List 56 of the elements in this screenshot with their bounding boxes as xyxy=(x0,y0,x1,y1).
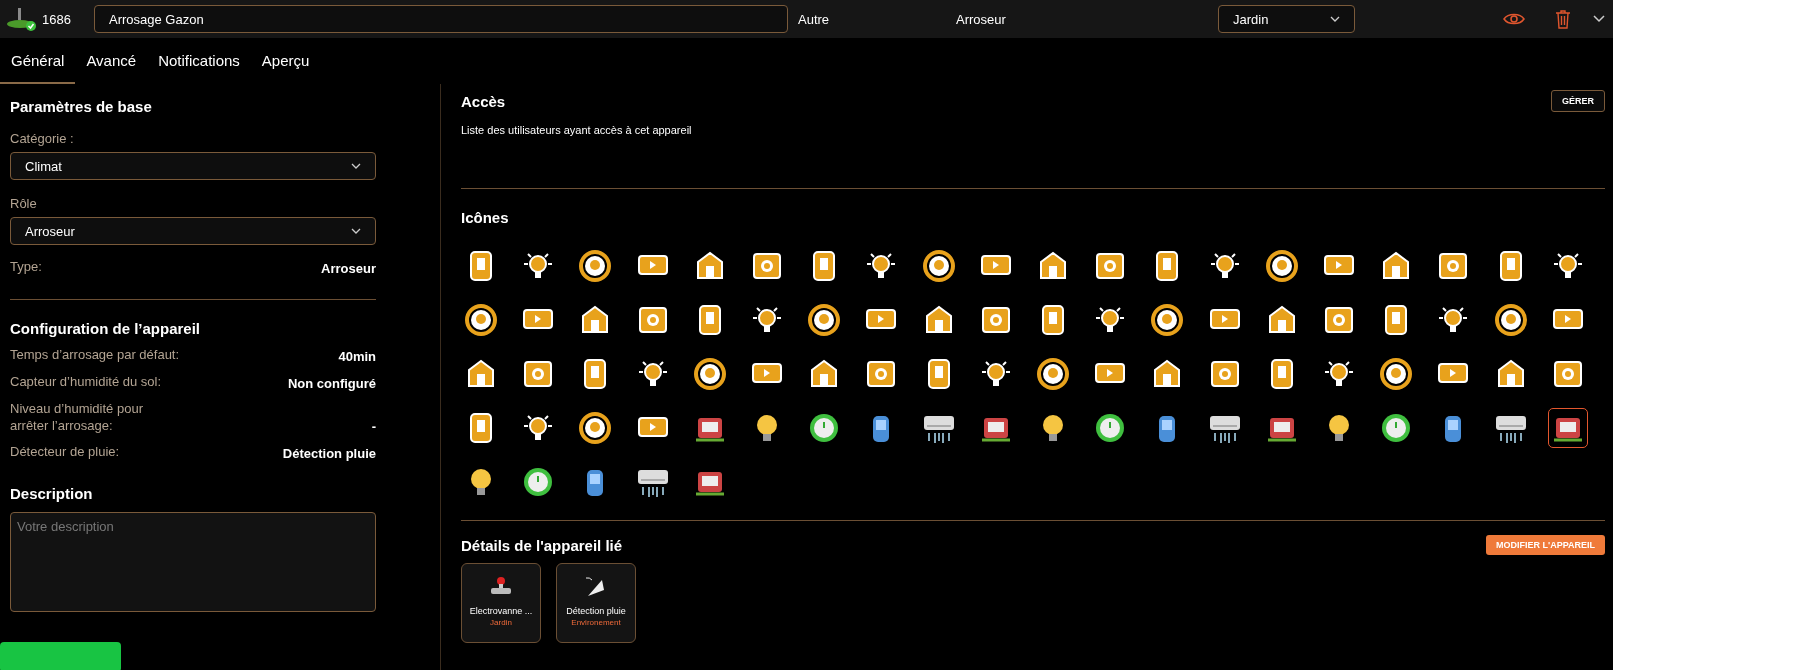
chevron-icon[interactable] xyxy=(1593,15,1605,23)
ring-icon xyxy=(1263,248,1300,284)
field-label: Temps d’arrosage par défaut: xyxy=(10,346,180,364)
caret-icon xyxy=(1330,16,1340,22)
device-role: Arroseur xyxy=(956,11,1007,27)
field-label: Détecteur de pluie: xyxy=(10,444,120,462)
section-title: Description xyxy=(10,485,94,503)
field-label: Type: xyxy=(10,259,42,276)
section-title: Détails de l'appareil lié xyxy=(461,536,623,554)
category-select[interactable]: Climat xyxy=(10,152,376,180)
tab[interactable]: Aperçu xyxy=(250,38,321,84)
access-description: Liste des utilisateurs ayant accès à cet appareil xyxy=(461,124,692,136)
field-value: Arroseur xyxy=(321,260,376,276)
ring-icon xyxy=(463,302,499,338)
ring-icon xyxy=(920,248,957,284)
ring-icon xyxy=(806,302,843,338)
description-field[interactable]: Votre description xyxy=(10,512,376,613)
field-value: Détection pluie xyxy=(282,446,376,462)
tab[interactable]: Avancé xyxy=(75,38,148,84)
field-label: Niveau d’humidité pour arrêter l’arrosage: xyxy=(10,400,144,435)
caret-icon xyxy=(351,228,361,234)
section-title: Paramètres de base xyxy=(10,98,153,115)
linked-device-card[interactable]: Electrovanne ... Jardin xyxy=(461,563,541,643)
role-select[interactable]: Arroseur xyxy=(10,217,376,245)
tab[interactable]: Général xyxy=(0,38,76,84)
section-title: Configuration de l’appareil xyxy=(10,319,201,337)
ring-icon xyxy=(1492,302,1529,338)
field-label: Capteur d’humidité du sol: xyxy=(10,373,162,391)
field-label: Rôle xyxy=(10,196,37,211)
field-value: Non configuré xyxy=(287,375,376,391)
caret-icon xyxy=(351,163,361,169)
device-type: Autre xyxy=(798,11,831,27)
device-id: 1686 xyxy=(42,11,72,27)
device-room: Environement xyxy=(571,618,621,627)
field-value: 40min xyxy=(338,348,376,364)
ring-icon xyxy=(577,410,614,446)
ring-icon xyxy=(1378,356,1415,392)
device-room: Jardin xyxy=(490,618,512,627)
manage-button[interactable]: GÉRER xyxy=(1551,90,1605,112)
ring-icon xyxy=(1149,302,1186,338)
sprinkler-icon xyxy=(6,6,36,32)
field-label: Catégorie : xyxy=(10,131,74,146)
name-field[interactable]: Arrosage Gazon xyxy=(94,5,788,33)
tab[interactable]: Notifications xyxy=(147,38,251,84)
ring-icon xyxy=(1035,356,1071,392)
ring-icon xyxy=(691,356,728,392)
ring-icon xyxy=(577,248,614,284)
section-title: Accès xyxy=(461,92,506,110)
device-name: Electrovanne ... xyxy=(469,606,533,616)
field-value: - xyxy=(371,419,376,435)
section-title: Icônes xyxy=(461,209,510,226)
room-select[interactable]: Jardin xyxy=(1218,5,1355,33)
linked-device-card[interactable]: Détection pluie Environement xyxy=(556,563,636,643)
device-name: Détection pluie xyxy=(566,606,626,616)
delete-icon[interactable] xyxy=(1555,9,1571,29)
eye-icon[interactable] xyxy=(1503,12,1525,26)
